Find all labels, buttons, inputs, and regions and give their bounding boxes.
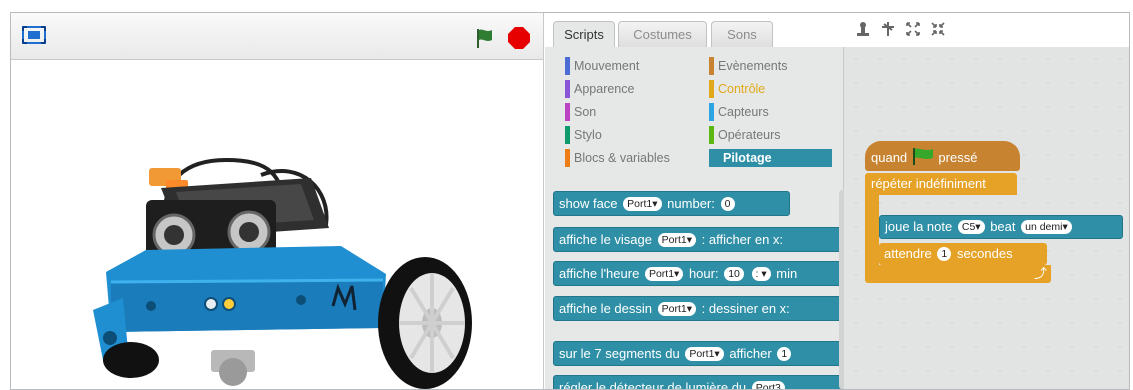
category-controle[interactable]: Contrôle <box>709 80 765 98</box>
category-color-bar <box>709 80 714 98</box>
beat-dropdown[interactable]: un demi▾ <box>1021 219 1072 234</box>
block-text: : dessiner en x: <box>701 301 790 316</box>
seconds-input[interactable]: 1 <box>937 246 952 261</box>
category-label: Blocs & variables <box>574 151 670 165</box>
block-text: attendre <box>884 246 932 261</box>
block-detecteur-lumiere[interactable]: régler le détecteur de lumière du Port3 <box>553 375 843 389</box>
port-dropdown[interactable]: Port1▾ <box>685 346 724 361</box>
block-text: quand <box>871 150 908 165</box>
category-evenements[interactable]: Evènements <box>709 57 787 75</box>
separator-dropdown[interactable]: : ▾ <box>751 266 771 281</box>
wait-block[interactable]: attendre 1 secondes <box>879 243 1047 265</box>
block-text: secondes <box>956 246 1013 261</box>
block-text: min <box>776 266 798 281</box>
note-dropdown[interactable]: C5▾ <box>957 219 985 234</box>
editor-tabs: Scripts Costumes Sons <box>545 13 1129 49</box>
block-text: affiche le dessin <box>559 301 652 316</box>
block-text: affiche l'heure <box>559 266 640 281</box>
category-label: Evènements <box>718 59 788 73</box>
category-pilotage[interactable]: Pilotage <box>709 149 832 167</box>
category-label: Apparence <box>574 82 635 96</box>
port-dropdown[interactable]: Port1▾ <box>644 266 684 281</box>
play-note-block[interactable]: joue la note C5▾ beat un demi▾ <box>879 215 1123 239</box>
port-dropdown[interactable]: Port3 <box>751 380 785 389</box>
category-mouvement[interactable]: Mouvement <box>565 57 639 75</box>
forever-block[interactable]: répéter indéfiniment <box>865 173 1017 195</box>
category-operateurs[interactable]: Opérateurs <box>709 126 781 144</box>
category-color-bar <box>565 149 570 167</box>
tab-scripts[interactable]: Scripts <box>553 21 615 49</box>
category-color-bar <box>709 103 714 121</box>
port-dropdown[interactable]: Port1▾ <box>657 301 696 316</box>
category-color-bar <box>565 57 570 75</box>
category-label: Contrôle <box>718 82 766 96</box>
delete-icon[interactable] <box>880 21 896 37</box>
category-label: Mouvement <box>574 59 640 73</box>
block-7-segments[interactable]: sur le 7 segments du Port1▾ afficher 1 <box>553 341 843 366</box>
block-text: répéter indéfiniment <box>871 176 986 191</box>
grow-icon[interactable] <box>905 21 921 37</box>
port-dropdown[interactable]: Port1▾ <box>623 196 662 211</box>
when-flag-clicked-block[interactable]: quand pressé <box>865 141 1020 171</box>
block-text: hour: <box>688 266 719 281</box>
duplicate-icon[interactable] <box>855 21 871 37</box>
presentation-mode-icon[interactable] <box>22 26 46 44</box>
block-affiche-visage[interactable]: affiche le visage Port1▾ : afficher en x… <box>553 227 843 252</box>
category-blocs-variables[interactable]: Blocs & variables <box>565 149 670 167</box>
category-label: Son <box>574 105 597 119</box>
category-color-bar <box>565 103 570 121</box>
stage[interactable] <box>11 60 544 389</box>
category-son[interactable]: Son <box>565 103 596 121</box>
green-flag-icon[interactable] <box>473 26 497 50</box>
block-text: number: <box>667 196 715 211</box>
category-apparence[interactable]: Apparence <box>565 80 634 98</box>
block-text: joue la note <box>885 219 953 234</box>
block-text: pressé <box>938 150 978 165</box>
category-color-bar <box>565 80 570 98</box>
mbot-robot-image <box>93 157 472 389</box>
block-text: régler le détecteur de lumière du <box>559 380 747 389</box>
category-capteurs[interactable]: Capteurs <box>709 103 769 121</box>
stage-toolbar <box>11 13 544 60</box>
block-palette: Mouvement Apparence Son Stylo Blocs & va… <box>545 47 844 389</box>
block-text: show face <box>559 196 618 211</box>
mblock-window: Scripts Costumes Sons Mouvement Apparenc… <box>10 12 1130 390</box>
forever-block-footer: ⤴ <box>865 265 1051 283</box>
block-text: sur le 7 segments du <box>559 346 680 361</box>
stop-icon[interactable] <box>507 26 531 50</box>
block-text: affiche le visage <box>559 232 652 247</box>
number-input[interactable]: 0 <box>720 196 735 211</box>
loop-arrow-icon: ⤴ <box>1033 266 1047 281</box>
port-dropdown[interactable]: Port1▾ <box>657 232 696 247</box>
category-color-bar <box>709 126 714 144</box>
number-input[interactable]: 1 <box>777 346 792 361</box>
category-label: Pilotage <box>723 151 772 165</box>
forever-block-arm <box>865 195 879 270</box>
block-text: : afficher en x: <box>701 232 784 247</box>
block-affiche-dessin[interactable]: affiche le dessin Port1▾ : dessiner en x… <box>553 296 843 321</box>
script-area[interactable]: quand pressé répéter indéfiniment ⤴ joue… <box>844 47 1129 389</box>
block-text: afficher <box>729 346 772 361</box>
block-text: beat <box>990 219 1016 234</box>
tab-sons[interactable]: Sons <box>711 21 773 48</box>
category-color-bar <box>565 126 570 144</box>
category-label: Capteurs <box>718 105 769 119</box>
category-label: Stylo <box>574 128 602 142</box>
tab-costumes[interactable]: Costumes <box>618 21 707 48</box>
category-stylo[interactable]: Stylo <box>565 126 602 144</box>
block-show-face[interactable]: show face Port1▾ number: 0 <box>553 191 790 216</box>
block-affiche-heure[interactable]: affiche l'heure Port1▾ hour: 10 : ▾ min <box>553 261 843 286</box>
category-label: Opérateurs <box>718 128 781 142</box>
category-color-bar <box>709 57 714 75</box>
hour-input[interactable]: 10 <box>724 266 744 281</box>
shrink-icon[interactable] <box>930 21 946 37</box>
green-flag-icon <box>912 148 933 165</box>
